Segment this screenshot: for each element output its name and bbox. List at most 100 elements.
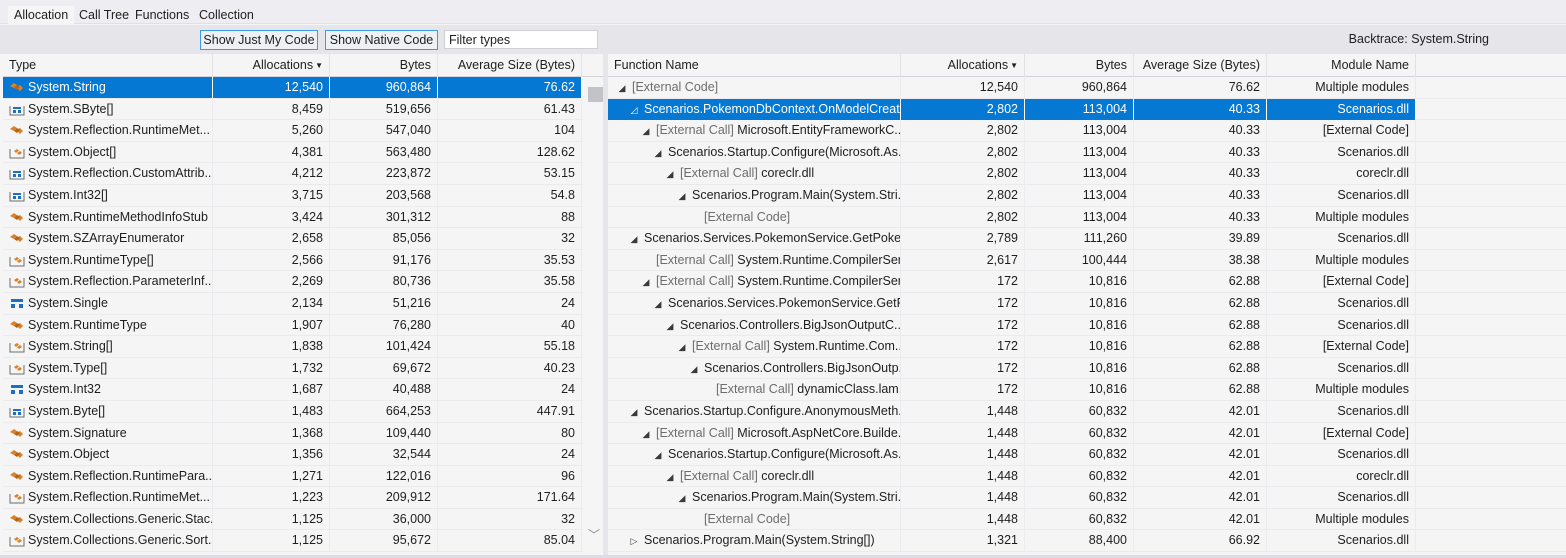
call-tree-row[interactable]: ◢ Scenarios.Program.Main(System.Stri... 1,…	[608, 487, 1566, 509]
filter-types-input[interactable]	[444, 30, 598, 49]
call-tree-row[interactable]: [External Code] 1,448 60,832 42.01 Multiple …	[608, 508, 1566, 531]
tab-allocation[interactable]: Allocation	[8, 6, 75, 24]
bytes-cell: 85,056	[330, 228, 438, 250]
column-header-bytes[interactable]: Bytes	[1025, 54, 1134, 77]
call-tree-row[interactable]: [External Call] dynamicClass.lam... 172 10…	[608, 379, 1566, 401]
type-row[interactable]: System.Object 1,356 32,544 24	[3, 444, 603, 466]
bytes-cell: 111,260	[1025, 228, 1134, 250]
type-row[interactable]: System.SByte[] 8,459 519,656 61.43	[3, 98, 603, 121]
collapse-arrow-icon[interactable]: ◢	[664, 467, 676, 487]
collapse-arrow-icon[interactable]: ◢	[664, 316, 676, 336]
collapse-arrow-icon[interactable]: ◢	[676, 337, 688, 357]
collapse-arrow-icon[interactable]: ◢	[640, 272, 652, 292]
tab-collection[interactable]: Collection	[193, 6, 260, 24]
call-tree-row[interactable]: ◢ Scenarios.Startup.Configure(Microsoft.A…	[608, 444, 1566, 466]
call-tree-row[interactable]: ◢ Scenarios.Program.Main(System.Stri... 2,…	[608, 184, 1566, 207]
call-tree-row[interactable]: ◢ [External Call] Microsoft.AspNetCore.Bu…	[608, 422, 1566, 445]
type-row[interactable]: System.Reflection.RuntimePara... 1,271 122…	[3, 465, 603, 488]
collapse-arrow-icon[interactable]: ◢	[688, 359, 700, 379]
type-row[interactable]: System.Type[] 1,732 69,672 40.23	[3, 357, 603, 380]
type-row[interactable]: System.Reflection.RuntimeMet... 5,260 547,…	[3, 120, 603, 142]
collapse-arrow-icon[interactable]: ◢	[652, 294, 664, 314]
type-row[interactable]: System.SZArrayEnumerator 2,658 85,056 32	[3, 228, 603, 250]
collapse-arrow-icon[interactable]: ◢	[616, 78, 628, 98]
call-tree-row[interactable]: ◢ [External Call] System.Runtime.Com... 17…	[608, 336, 1566, 358]
column-header-type[interactable]: Type	[3, 54, 213, 77]
collapse-arrow-icon[interactable]: ◢	[664, 164, 676, 184]
scrollbar-thumb[interactable]	[588, 87, 603, 102]
call-tree-row[interactable]: ◢ [External Call] Microsoft.EntityFramewo…	[608, 120, 1566, 142]
function-name: Scenarios.Services.PokemonService.GetPok…	[644, 231, 901, 246]
column-header-bytes[interactable]: Bytes	[330, 54, 438, 77]
allocations-cell: 2,617	[901, 249, 1025, 271]
type-row[interactable]: System.String 12,540 960,864 76.62	[3, 77, 603, 99]
type-name-cell: System.Reflection.RuntimePara...	[3, 465, 213, 487]
call-tree-row[interactable]: ◢ Scenarios.Controllers.BigJsonOutp... 172…	[608, 357, 1566, 380]
call-tree-row[interactable]: ◢ [External Call] coreclr.dll 2,802 113,004…	[608, 163, 1566, 185]
type-row[interactable]: System.Collections.Generic.Sort... 1,125 9…	[3, 530, 603, 553]
tab-functions[interactable]: Functions	[129, 6, 195, 24]
call-tree-row[interactable]: ◢ Scenarios.Startup.Configure(Microsoft.A…	[608, 141, 1566, 164]
collapse-arrow-icon[interactable]: ◢	[676, 488, 688, 508]
type-row[interactable]: System.Reflection.CustomAttrib... 4,212 22…	[3, 163, 603, 185]
type-row[interactable]: System.Int32 1,687 40,488 24	[3, 379, 603, 401]
type-row[interactable]: System.RuntimeMethodInfoStub 3,424 301,312…	[3, 206, 603, 229]
bytes-cell: 60,832	[1025, 400, 1134, 422]
allocations-cell: 1,838	[213, 336, 330, 358]
call-tree-row[interactable]: ◢ [External Call] coreclr.dll 1,448 60,832 4…	[608, 465, 1566, 488]
call-tree-row[interactable]: [External Code] 2,802 113,004 40.33 Multiple…	[608, 206, 1566, 229]
bytes-cell: 10,816	[1025, 379, 1134, 401]
call-tree-row[interactable]: ◢ Scenarios.Startup.Configure.AnonymousMe…	[608, 400, 1566, 423]
module-name-cell: Scenarios.dll	[1267, 314, 1416, 336]
collapse-arrow-icon[interactable]: ◢	[640, 121, 652, 141]
column-header-average-size[interactable]: Average Size (Bytes)	[1134, 54, 1267, 77]
tab-call-tree[interactable]: Call Tree	[73, 6, 135, 24]
column-header-allocations[interactable]: Allocations ▼	[901, 54, 1025, 77]
allocations-cell: 1,448	[901, 400, 1025, 422]
average-size-cell: 40.33	[1134, 98, 1267, 120]
collapse-arrow-icon[interactable]: ◢	[676, 186, 688, 206]
type-row[interactable]: System.Int32[] 3,715 203,568 54.8	[3, 184, 603, 207]
column-header-module-name[interactable]: Module Name	[1267, 54, 1416, 77]
call-tree-row[interactable]: ◢ Scenarios.Controllers.BigJsonOutputC...…	[608, 314, 1566, 337]
collapse-arrow-icon[interactable]: ◿	[628, 100, 640, 120]
expand-arrow-icon[interactable]: ▷	[628, 531, 640, 551]
column-header-function-name[interactable]: Function Name	[608, 54, 901, 77]
type-row[interactable]: System.RuntimeType[] 2,566 91,176 35.53	[3, 249, 603, 272]
type-row[interactable]: System.Byte[] 1,483 664,253 447.91	[3, 400, 603, 423]
type-name-cell: System.Collections.Generic.Stac...	[3, 508, 213, 530]
column-header-label: Bytes	[399, 58, 431, 72]
type-row[interactable]: System.Collections.Generic.Stac... 1,125 3…	[3, 508, 603, 531]
call-tree-row[interactable]: ◢ [External Code] 12,540 960,864 76.62 Multip…	[608, 77, 1566, 99]
call-tree-row[interactable]: ◢ Scenarios.Services.PokemonService.GetP.…	[608, 292, 1566, 315]
module-name-cell: [External Code]	[1267, 271, 1416, 293]
collapse-arrow-icon[interactable]: ◢	[640, 424, 652, 444]
type-row[interactable]: System.Reflection.ParameterInf... 2,269 80…	[3, 271, 603, 293]
show-just-my-code-button[interactable]: Show Just My Code	[200, 30, 318, 50]
type-row[interactable]: System.String[] 1,838 101,424 55.18	[3, 336, 603, 358]
module-name-cell: Multiple modules	[1267, 508, 1416, 530]
types-vertical-scrollbar[interactable]: ﹀	[583, 78, 603, 556]
allocations-cell: 1,687	[213, 379, 330, 401]
call-tree-row[interactable]: [External Call] System.Runtime.CompilerS…	[608, 249, 1566, 272]
show-native-code-button[interactable]: Show Native Code	[325, 30, 438, 50]
call-tree-row[interactable]: ▷ Scenarios.Program.Main(System.String[])…	[608, 530, 1566, 553]
type-row[interactable]: System.Single 2,134 51,216 24	[3, 292, 603, 315]
type-row[interactable]: System.RuntimeType 1,907 76,280 40	[3, 314, 603, 337]
call-tree-row[interactable]: ◿ Scenarios.PokemonDbContext.OnModelCreat…	[608, 98, 1566, 121]
collapse-arrow-icon[interactable]: ◢	[628, 402, 640, 422]
scroll-down-chevron-icon[interactable]: ﹀	[587, 526, 601, 542]
call-tree-row[interactable]: ◢ [External Call] System.Runtime.Compiler…	[608, 271, 1566, 293]
column-header-allocations[interactable]: Allocations ▼	[213, 54, 330, 77]
type-row[interactable]: System.Reflection.RuntimeMet... 1,223 209,…	[3, 487, 603, 509]
class-icon	[9, 469, 25, 483]
type-row[interactable]: System.Signature 1,368 109,440 80	[3, 422, 603, 445]
type-name: System.Collections.Generic.Stac...	[28, 511, 213, 526]
collapse-arrow-icon[interactable]: ◢	[628, 229, 640, 249]
collapse-arrow-icon[interactable]: ◢	[652, 445, 664, 465]
allocations-cell: 4,381	[213, 141, 330, 163]
column-header-average-size[interactable]: Average Size (Bytes)	[438, 54, 582, 77]
type-row[interactable]: System.Object[] 4,381 563,480 128.62	[3, 141, 603, 164]
call-tree-row[interactable]: ◢ Scenarios.Services.PokemonService.GetPo…	[608, 228, 1566, 250]
collapse-arrow-icon[interactable]: ◢	[652, 143, 664, 163]
